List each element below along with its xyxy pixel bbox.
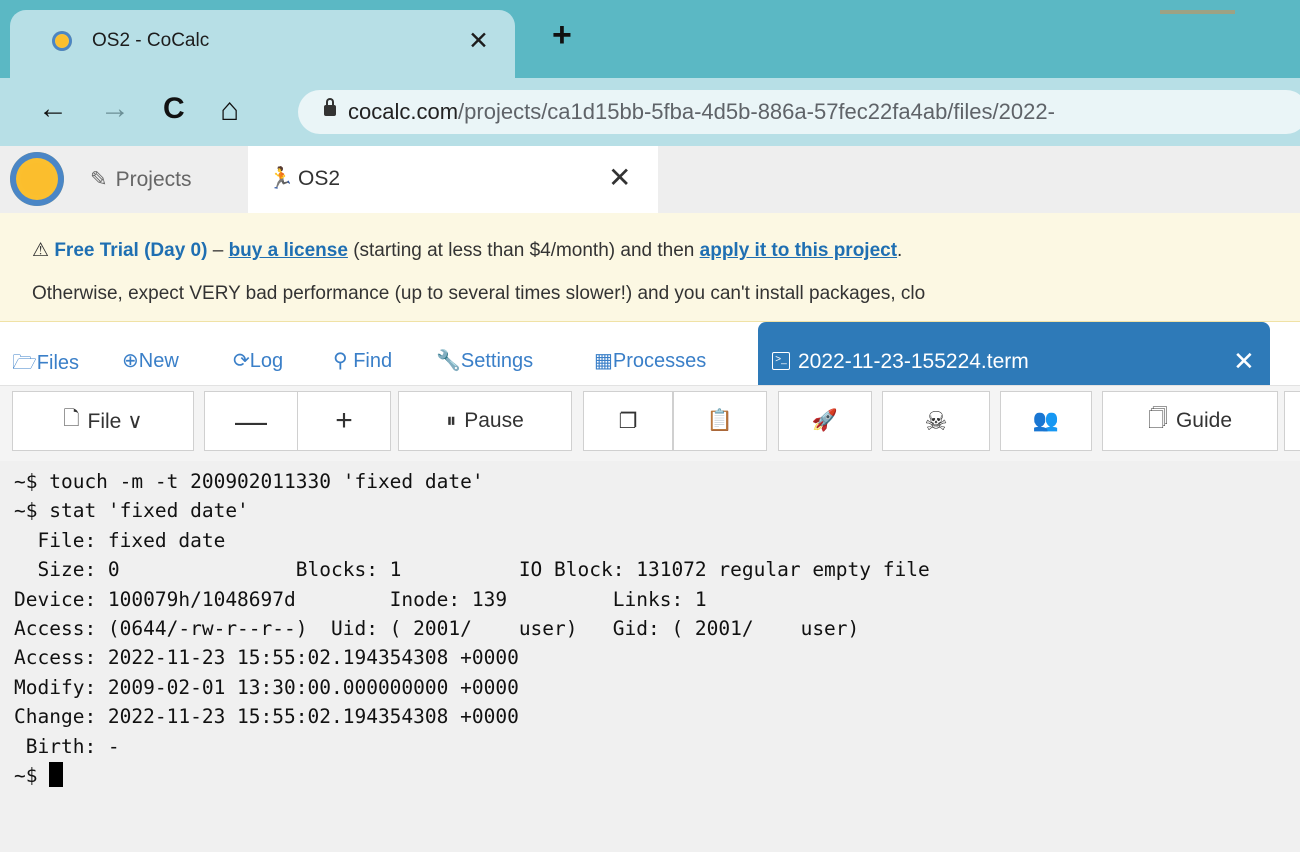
terminal-icon: >_ [772, 352, 790, 370]
zoom-in-button[interactable]: + [297, 391, 391, 451]
terminal-cursor [49, 761, 64, 787]
projects-tab[interactable]: ✎ Projects [90, 146, 240, 213]
guide-button[interactable]: 🗍 Guide [1102, 391, 1278, 451]
file-menu-label: File ∨ [87, 409, 143, 433]
browser-tab-title: OS2 - CoCalc [92, 30, 210, 51]
lock-icon [324, 98, 336, 116]
banner-end-text: . [897, 240, 903, 261]
new-tab[interactable]: ⊕New [122, 348, 179, 373]
skull-icon: ☠ [924, 405, 948, 436]
banner-mid-text: (starting at less than $4/month) and the… [347, 240, 700, 261]
trial-label: Free Trial (Day 0) [54, 240, 208, 261]
terminal-prompt-line: ~$ [14, 761, 930, 790]
rocket-icon: 🚀 [811, 409, 839, 432]
pause-label: Pause [464, 409, 524, 432]
close-tab-icon[interactable]: ✕ [468, 26, 489, 56]
browser-chrome: OS2 - CoCalc ✕ + ← → C ⌂ cocalc.com/proj… [0, 0, 1300, 146]
running-icon: 🏃 [268, 167, 295, 190]
zoom-out-button[interactable]: — [204, 391, 298, 451]
guide-icon: 🗍 [1147, 408, 1168, 430]
apply-license-link[interactable]: apply it to this project [700, 240, 897, 261]
processes-tab[interactable]: ▦Processes [594, 348, 706, 373]
trial-banner: ⚠ Free Trial (Day 0) – buy a license (st… [0, 213, 1300, 322]
terminal-toolbar: 🗋 File ∨ — + ⏸ Pause ❐ 📋 🚀 ☠ 👥 🗍 Guide [0, 385, 1300, 463]
paste-button[interactable]: 📋 [673, 391, 767, 451]
dash: – [207, 240, 229, 261]
pencil-icon: ✎ [90, 168, 108, 191]
users-icon: 👥 [1032, 409, 1060, 432]
copy-button[interactable]: ❐ [583, 391, 673, 451]
terminal-file-tab[interactable]: >_ 2022-11-23-155224.term ✕ [758, 322, 1270, 385]
files-tab[interactable]: 🗁Files [12, 348, 79, 382]
terminal-line: Device: 100079h/1048697d Inode: 139 Link… [14, 587, 707, 611]
trial-banner-line2: Otherwise, expect VERY bad performance (… [32, 283, 926, 304]
terminal-line: Birth: - [14, 734, 120, 758]
trial-banner-line1: ⚠ Free Trial (Day 0) – buy a license (st… [32, 239, 902, 262]
terminal-line: File: fixed date [14, 528, 226, 552]
pause-button[interactable]: ⏸ Pause [398, 391, 572, 451]
file-menu-button[interactable]: 🗋 File ∨ [12, 391, 194, 451]
find-tab[interactable]: ⚲ Find [333, 348, 392, 373]
warning-icon: ⚠ [32, 240, 50, 261]
terminal-prompt: ~$ [14, 763, 50, 787]
kick-button[interactable]: 🚀 [778, 391, 872, 451]
terminal-line: Access: 2022-11-23 15:55:02.194354308 +0… [14, 646, 519, 670]
settings-tab[interactable]: 🔧Settings [436, 348, 533, 373]
kill-button[interactable]: ☠ [882, 391, 990, 451]
home-button[interactable]: ⌂ [220, 92, 239, 126]
project-nav: 🗁Files ⊕New ⟳Log ⚲ Find 🔧Settings ▦Proce… [0, 322, 1300, 385]
browser-tab[interactable]: OS2 - CoCalc ✕ [10, 10, 515, 78]
window-edge [1160, 10, 1235, 14]
kick-users-button[interactable]: 👥 [1000, 391, 1092, 451]
terminal-output: ~$ touch -m -t 200902011330 'fixed date'… [14, 467, 930, 790]
new-tab-button[interactable]: + [552, 18, 572, 52]
url-host: cocalc.com [348, 99, 459, 124]
browser-tab-strip: OS2 - CoCalc ✕ + [0, 0, 1300, 78]
log-tab[interactable]: ⟳Log [233, 348, 283, 373]
terminal-line: Access: (0644/-rw-r--r--) Uid: ( 2001/ u… [14, 616, 860, 640]
forward-button[interactable]: → [100, 92, 130, 126]
browser-toolbar: ← → C ⌂ cocalc.com/projects/ca1d15bb-5fb… [0, 78, 1300, 146]
address-bar[interactable]: cocalc.com/projects/ca1d15bb-5fba-4d5b-8… [298, 90, 1300, 134]
url-path: /projects/ca1d15bb-5fba-4d5b-886a-57fec2… [458, 99, 1055, 124]
close-terminal-icon[interactable]: ✕ [1233, 346, 1255, 377]
projects-label: Projects [115, 167, 192, 191]
file-icon: 🗋 [63, 408, 80, 430]
cocalc-top-bar: ✎ Projects 🏃 OS2 ✕ [0, 146, 1300, 213]
terminal-line: ~$ touch -m -t 200902011330 'fixed date' [14, 470, 484, 493]
project-tab-label: OS2 [298, 167, 341, 190]
terminal-line: Size: 0 Blocks: 1 IO Block: 131072 regul… [14, 558, 930, 582]
paste-icon: 📋 [706, 409, 734, 432]
close-project-icon[interactable]: ✕ [608, 161, 631, 194]
copy-icon: ❐ [618, 409, 638, 433]
cocalc-favicon-icon [52, 31, 72, 51]
terminal-file-label: 2022-11-23-155224.term [798, 350, 1029, 373]
pause-icon: ⏸ [446, 409, 457, 432]
terminal-line: Change: 2022-11-23 15:55:02.194354308 +0… [14, 705, 519, 729]
terminal-line: ~$ stat 'fixed date' [14, 499, 249, 523]
buy-license-link[interactable]: buy a license [229, 240, 348, 261]
toolbar-overflow-button[interactable] [1284, 391, 1300, 451]
back-button[interactable]: ← [38, 92, 68, 126]
url-text: cocalc.com/projects/ca1d15bb-5fba-4d5b-8… [348, 99, 1055, 125]
cocalc-logo-icon[interactable] [10, 152, 64, 206]
terminal-line: Modify: 2009-02-01 13:30:00.000000000 +0… [14, 675, 519, 699]
guide-label: Guide [1175, 409, 1233, 432]
project-tab-os2[interactable]: 🏃 OS2 ✕ [248, 146, 658, 213]
reload-button[interactable]: C [163, 92, 185, 126]
terminal[interactable]: ~$ touch -m -t 200902011330 'fixed date'… [0, 461, 1300, 852]
